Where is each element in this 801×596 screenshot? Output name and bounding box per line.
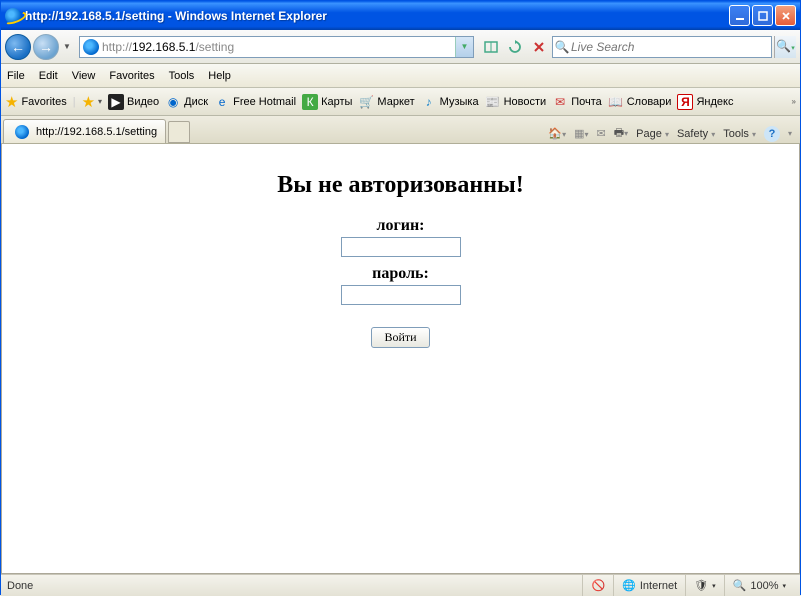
favbar-overflow[interactable]: » — [792, 97, 796, 106]
fav-link-disk[interactable]: ◉Диск — [165, 94, 208, 110]
yandex-icon: Я — [677, 94, 693, 110]
dict-icon: 📖 — [608, 94, 624, 110]
star-icon: ★ — [5, 93, 18, 111]
command-bar: 🏠▾ ▦▾ ✉ 🖶▾ Page ▾ Safety ▾ Tools ▾ ?▾ — [190, 124, 798, 143]
navigation-bar: ← → ▼ http://192.168.5.1/setting ▼ 🔍 🔍▾ — [1, 30, 800, 64]
status-zone[interactable]: 🌐Internet — [613, 575, 685, 596]
fav-link-video[interactable]: ▶Видео — [108, 94, 159, 110]
status-protected-mode[interactable]: 🛡▾ — [685, 575, 723, 596]
maps-icon: К — [302, 94, 318, 110]
minimize-button[interactable] — [729, 5, 750, 26]
page-heading: Вы не авторизованны! — [2, 172, 799, 199]
ie-logo-icon — [5, 8, 21, 24]
login-label: логин: — [2, 217, 799, 235]
fav-link-market[interactable]: 🛒Маркет — [358, 94, 414, 110]
favorites-bar: ★Favorites | ★▾ ▶Видео ◉Диск eFree Hotma… — [1, 88, 800, 116]
favorites-button[interactable]: ★Favorites — [5, 93, 67, 111]
submit-button[interactable]: Войти — [371, 327, 429, 348]
help-button[interactable]: ? — [764, 126, 780, 142]
tab-icon — [15, 125, 29, 139]
login-input[interactable] — [341, 237, 461, 257]
menu-edit[interactable]: Edit — [39, 70, 58, 82]
search-button[interactable]: 🔍▾ — [774, 36, 796, 58]
page-menu[interactable]: Page ▾ — [636, 128, 669, 140]
fav-link-news[interactable]: 📰Новости — [485, 94, 547, 110]
fav-link-music[interactable]: ♪Музыка — [421, 94, 479, 110]
fav-link-hotmail[interactable]: eFree Hotmail — [214, 94, 296, 110]
disk-icon: ◉ — [165, 94, 181, 110]
tools-menu[interactable]: Tools ▾ — [723, 128, 756, 140]
new-tab-button[interactable] — [168, 121, 190, 143]
fav-link-mail[interactable]: ✉Почта — [552, 94, 602, 110]
stop-button[interactable] — [528, 36, 550, 58]
news-icon: 📰 — [485, 94, 501, 110]
refresh-button[interactable] — [504, 36, 526, 58]
menu-file[interactable]: File — [7, 70, 25, 82]
search-bar[interactable]: 🔍 — [552, 36, 772, 58]
fav-link-yandex[interactable]: ЯЯндекс — [677, 94, 733, 110]
maximize-button[interactable] — [752, 5, 773, 26]
password-label: пароль: — [2, 265, 799, 283]
tab-active[interactable]: http://192.168.5.1/setting — [3, 119, 166, 143]
readmail-button[interactable]: ✉ — [597, 127, 606, 140]
status-text: Done — [7, 580, 582, 592]
print-button[interactable]: 🖶▾ — [614, 124, 628, 143]
tab-bar: http://192.168.5.1/setting 🏠▾ ▦▾ ✉ 🖶▾ Pa… — [1, 116, 800, 144]
address-bar[interactable]: http://192.168.5.1/setting ▼ — [79, 36, 474, 58]
star-add-icon: ★ — [82, 93, 95, 111]
menu-tools[interactable]: Tools — [169, 70, 195, 82]
zoom-control[interactable]: 🔍100% ▾ — [724, 575, 794, 596]
forward-button[interactable]: → — [33, 34, 59, 60]
fav-link-dict[interactable]: 📖Словари — [608, 94, 672, 110]
market-icon: 🛒 — [358, 94, 374, 110]
play-icon: ▶ — [108, 94, 124, 110]
status-bar: Done 🚫 🌐Internet 🛡▾ 🔍100% ▾ — [1, 574, 800, 596]
close-button[interactable] — [775, 5, 796, 26]
address-dropdown[interactable]: ▼ — [455, 37, 473, 57]
fav-link-maps[interactable]: ККарты — [302, 94, 352, 110]
window-titlebar: http://192.168.5.1/setting - Windows Int… — [1, 1, 800, 30]
menu-favorites[interactable]: Favorites — [109, 70, 154, 82]
page-icon — [83, 39, 99, 55]
menu-help[interactable]: Help — [208, 70, 231, 82]
home-button[interactable]: 🏠▾ — [548, 127, 566, 140]
search-provider-icon: 🔍 — [553, 40, 571, 54]
tab-title: http://192.168.5.1/setting — [36, 126, 157, 138]
history-dropdown[interactable]: ▼ — [61, 42, 73, 51]
feeds-button[interactable]: ▦▾ — [574, 127, 588, 140]
menu-bar: File Edit View Favorites Tools Help — [1, 64, 800, 88]
music-icon: ♪ — [421, 94, 437, 110]
safety-menu[interactable]: Safety ▾ — [677, 128, 715, 140]
status-popup-blocker[interactable]: 🚫 — [582, 575, 613, 596]
search-input[interactable] — [571, 40, 771, 54]
ie-icon: e — [214, 94, 230, 110]
add-favorite-button[interactable]: ★▾ — [82, 93, 102, 111]
window-title: http://192.168.5.1/setting - Windows Int… — [25, 9, 729, 23]
page-viewport: Вы не авторизованны! логин: пароль: Войт… — [1, 144, 800, 574]
password-input[interactable] — [341, 285, 461, 305]
mail-icon: ✉ — [552, 94, 568, 110]
globe-icon: 🌐 — [622, 579, 636, 592]
compat-view-button[interactable] — [480, 36, 502, 58]
menu-view[interactable]: View — [72, 70, 96, 82]
back-button[interactable]: ← — [5, 34, 31, 60]
address-text[interactable]: http://192.168.5.1/setting — [102, 40, 455, 54]
